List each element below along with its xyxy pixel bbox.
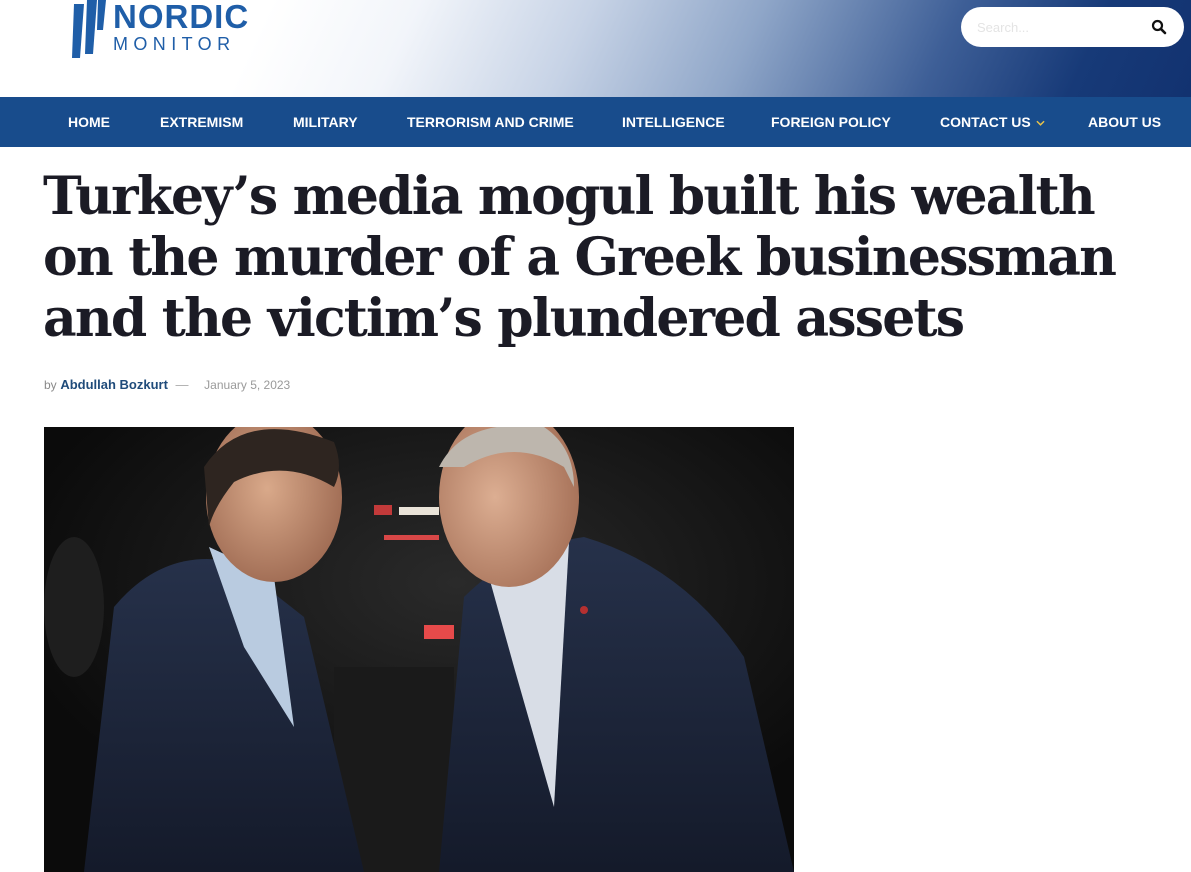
search-input[interactable]	[977, 16, 1147, 38]
article-title: Turkey’s media mogul built his wealth on…	[43, 166, 1117, 349]
logo-text-nordic: NORDIC	[113, 0, 250, 35]
search-box	[961, 7, 1184, 47]
logo-text-monitor: MONITOR	[113, 34, 236, 54]
author-link[interactable]: Abdullah Bozkurt	[60, 377, 168, 392]
nav-item-about-us[interactable]: ABOUT US	[1088, 97, 1161, 147]
featured-image	[44, 427, 794, 872]
nav-item-foreign-policy[interactable]: FOREIGN POLICY	[771, 97, 891, 147]
site-logo[interactable]: NORDIC MONITOR	[70, 0, 260, 64]
nav-item-terrorism-and-crime[interactable]: TERRORISM AND CRIME	[407, 97, 574, 147]
meta-by: by	[44, 378, 57, 392]
nav-item-contact-us[interactable]: CONTACT US	[940, 97, 1045, 147]
search-icon[interactable]	[1151, 19, 1167, 35]
publish-date: January 5, 2023	[204, 378, 291, 392]
logo-mark-icon	[72, 0, 106, 58]
meta-separator: —	[175, 377, 189, 392]
featured-photo	[44, 427, 794, 872]
article-meta: by Abdullah Bozkurt — January 5, 2023	[44, 377, 290, 393]
chevron-down-icon	[1036, 120, 1045, 126]
nav-item-contact-us-label: CONTACT US	[940, 114, 1031, 130]
nav-item-extremism[interactable]: EXTREMISM	[160, 97, 243, 147]
nav-item-military[interactable]: MILITARY	[293, 97, 358, 147]
nav-item-intelligence[interactable]: INTELLIGENCE	[622, 97, 725, 147]
main-nav: HOME EXTREMISM MILITARY TERRORISM AND CR…	[0, 97, 1191, 147]
nav-item-home[interactable]: HOME	[68, 97, 110, 147]
site-header: NORDIC MONITOR	[0, 0, 1191, 97]
